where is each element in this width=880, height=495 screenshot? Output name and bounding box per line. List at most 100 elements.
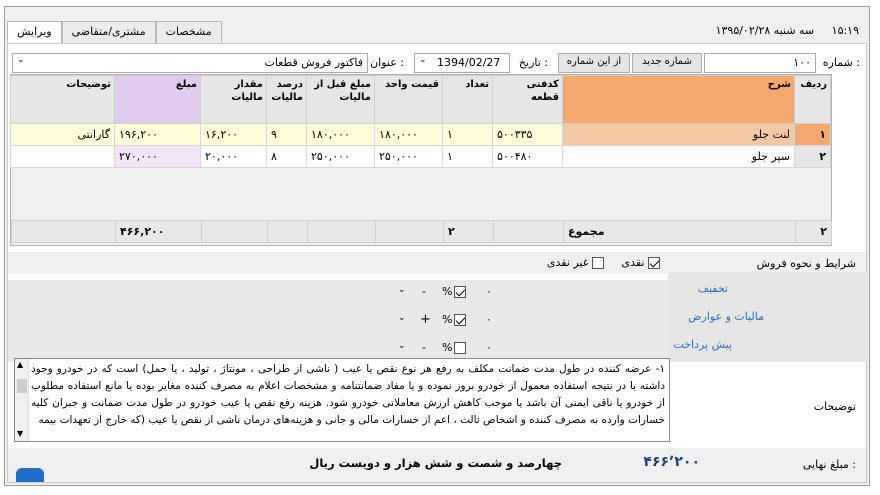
date-label: تاریخ :	[518, 56, 548, 69]
col-amount[interactable]: مبلغ	[114, 75, 201, 124]
tab-customer[interactable]: مشتری/متقاضی	[61, 21, 156, 43]
cell-sharh[interactable]: لنت جلو	[562, 123, 795, 146]
clock-time: ۱۵:۱۹	[831, 24, 859, 37]
discount-link[interactable]: تخفیف	[698, 282, 728, 295]
cash-option[interactable]: نقدی	[621, 256, 660, 269]
cell-tax-amount[interactable]: ۱۶,۲۰۰	[200, 123, 267, 146]
cash-label: نقدی	[621, 256, 645, 269]
cell-before-tax[interactable]: ۲۵۰,۰۰۰	[306, 145, 375, 168]
prepayment-sign[interactable]: -	[422, 341, 426, 354]
noncash-label: غیر نقدی	[546, 256, 589, 269]
totals-empty	[493, 220, 564, 243]
cell-count[interactable]: ۱	[442, 123, 493, 146]
scroll-thumb[interactable]	[17, 379, 27, 393]
totals-empty	[267, 220, 308, 243]
row-number: ۲	[794, 145, 831, 168]
col-before-tax[interactable]: مبلغ قبل از مالیات	[306, 75, 375, 124]
cell-before-tax[interactable]: ۱۸۰,۰۰۰	[306, 123, 375, 146]
discount-pct-checkbox[interactable]	[454, 286, 466, 298]
date-value: 1394/02/27	[437, 56, 501, 69]
table-row[interactable]: ۱ لنت جلو ۵۰۰۳۳۵ ۱ ۱۸۰,۰۰۰ ۱۸۰,۰۰۰ ۹ ۱۶,…	[10, 123, 831, 146]
tax-sign[interactable]: +	[420, 312, 431, 327]
noncash-option[interactable]: غیر نقدی	[547, 256, 604, 269]
col-tax-amount[interactable]: مقدار مالیات	[200, 75, 267, 124]
col-code[interactable]: کدفنی قطعه	[492, 75, 563, 124]
cell-amount[interactable]: ۲۷۰,۰۰۰	[114, 145, 201, 168]
chevron-down-icon[interactable]: ⌄	[419, 55, 427, 65]
col-radif[interactable]: ردیف	[794, 75, 831, 124]
col-unit-price[interactable]: قیمت واحد	[374, 75, 443, 124]
chevron-down-icon[interactable]: ⌄	[398, 313, 406, 323]
chevron-down-icon[interactable]: ⌄	[398, 341, 406, 351]
tab-strip: ویرایش مشتری/متقاضی مشخصات	[7, 21, 222, 43]
totals-table: ۲ مجموع ۲ ۴۶۶,۲۰۰	[11, 220, 832, 243]
cell-amount[interactable]: ۱۹۶,۲۰۰	[114, 123, 201, 146]
totals-empty	[375, 220, 444, 243]
tab-edit[interactable]: ویرایش	[7, 21, 62, 43]
title-select[interactable]: فاکتور فروش قطعات ⌄	[12, 53, 368, 73]
chevron-down-icon[interactable]: ⌄	[17, 55, 25, 65]
final-amount-bar: مبلغ نهایی : ۴۶۶٬۲۰۰ چهارصد و شصت و شش ه…	[8, 448, 866, 482]
cell-unit-price[interactable]: ۲۵۰,۰۰۰	[374, 145, 443, 168]
tax-pct-checkbox[interactable]	[454, 314, 466, 326]
scroll-down-icon[interactable]: ▼	[17, 429, 23, 438]
prepayment-value[interactable]: ۰	[486, 341, 492, 354]
cash-checkbox[interactable]	[648, 257, 660, 269]
title-label: عنوان :	[370, 56, 404, 69]
tax-row: ⌄ + % ۰	[398, 312, 498, 332]
new-number-button[interactable]: شماره جدید	[632, 53, 702, 73]
percent-icon: %	[442, 313, 453, 326]
totals-radif: ۲	[795, 220, 832, 243]
taskbar-button[interactable]	[16, 468, 44, 482]
table-header-row: ردیف شرح کدفنی قطعه تعداد قیمت واحد مبلغ…	[10, 75, 831, 124]
chevron-down-icon[interactable]: ⌄	[398, 285, 406, 295]
notes-text[interactable]: ۱- عرضه کننده در طول مدت ضمانت مکلف به ر…	[31, 361, 665, 441]
notes-label: توضیحات	[813, 400, 856, 413]
cell-unit-price[interactable]: ۱۸۰,۰۰۰	[374, 123, 443, 146]
prepayment-pct-checkbox[interactable]	[454, 342, 466, 354]
final-amount-label: مبلغ نهایی :	[802, 458, 856, 471]
cell-tax-pct[interactable]: ۹	[266, 123, 307, 146]
discount-value[interactable]: ۰	[486, 285, 492, 298]
number-input[interactable]: ۱۰۰	[704, 53, 816, 73]
col-tax-pct[interactable]: درصد مالیات	[266, 75, 307, 124]
totals-empty	[11, 220, 116, 243]
col-count[interactable]: تعداد	[442, 75, 493, 124]
final-amount-value: ۴۶۶٬۲۰۰	[643, 454, 700, 470]
adjustments-labels: تخفیف مالیات و عوارض پیش پرداخت	[668, 272, 868, 362]
col-sharh[interactable]: شرح	[562, 75, 795, 124]
scroll-up-icon[interactable]: ▲	[17, 360, 23, 369]
totals-label: مجموع	[563, 220, 796, 243]
items-table: ردیف شرح کدفنی قطعه تعداد قیمت واحد مبلغ…	[10, 75, 831, 168]
header-row: شماره : ۱۰۰ شماره جدید از این شماره تاری…	[8, 52, 866, 74]
tax-link[interactable]: مالیات و عوارض	[688, 310, 764, 323]
totals-empty	[307, 220, 376, 243]
from-number-button[interactable]: از این شماره	[558, 53, 630, 73]
notes-textarea[interactable]: ۱- عرضه کننده در طول مدت ضمانت مکلف به ر…	[14, 358, 670, 442]
top-bar: ویرایش مشتری/متقاضی مشخصات ۱۵:۱۹ سه شنبه…	[5, 7, 869, 43]
date-input[interactable]: 1394/02/27 ⌄	[414, 53, 510, 73]
invoice-window: ویرایش مشتری/متقاضی مشخصات ۱۵:۱۹ سه شنبه…	[4, 6, 870, 486]
tab-details[interactable]: مشخصات	[155, 21, 222, 43]
clock-date: سه شنبه ۱۳۹۵/۰۲/۲۸	[715, 24, 815, 37]
prepayment-link[interactable]: پیش پرداخت	[673, 338, 732, 351]
cell-desc[interactable]	[10, 145, 115, 168]
cell-code[interactable]: ۵۰۰۳۳۵	[492, 123, 563, 146]
cell-count[interactable]: ۱	[442, 145, 493, 168]
number-label: شماره :	[822, 56, 860, 69]
col-desc[interactable]: توضیحات	[10, 75, 115, 124]
table-row[interactable]: ۲ سپر جلو ۵۰۰۴۸۰ ۱ ۲۵۰,۰۰۰ ۲۵۰,۰۰۰ ۸ ۲۰,…	[10, 145, 831, 168]
noncash-checkbox[interactable]	[592, 257, 604, 269]
notes-scrollbar[interactable]: ▲ ▼	[15, 359, 29, 441]
percent-icon: %	[442, 285, 453, 298]
cell-tax-amount[interactable]: ۲۰,۰۰۰	[200, 145, 267, 168]
tax-value[interactable]: ۰	[486, 313, 492, 326]
row-number: ۱	[794, 123, 831, 146]
cell-sharh[interactable]: سپر جلو	[562, 145, 795, 168]
discount-sign[interactable]: -	[422, 285, 426, 298]
cell-desc[interactable]: گارانتی	[10, 123, 115, 146]
cell-tax-pct[interactable]: ۸	[266, 145, 307, 168]
cell-code[interactable]: ۵۰۰۴۸۰	[492, 145, 563, 168]
title-value: فاکتور فروش قطعات	[264, 56, 363, 69]
payment-row: شرایط و نحوه فروش نقدی غیر نقدی	[8, 252, 866, 274]
